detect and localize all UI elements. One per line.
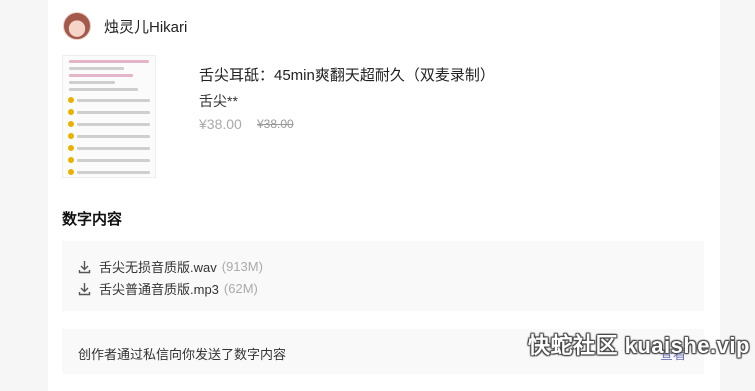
watermark: 快蛇社区 kuaishe.vip bbox=[528, 333, 750, 358]
product-original-price: ¥38.00 bbox=[257, 117, 294, 131]
creator-name[interactable]: 烛灵儿Hikari bbox=[104, 16, 187, 37]
file-list: 舌尖无损音质版.wav (913M) 舌尖普通音质版.mp3 (62M) bbox=[62, 241, 704, 311]
file-size: (913M) bbox=[221, 259, 263, 274]
file-item[interactable]: 舌尖无损音质版.wav (913M) bbox=[78, 257, 263, 276]
download-icon[interactable] bbox=[78, 282, 91, 296]
creator-header[interactable]: 烛灵儿Hikari bbox=[63, 12, 187, 40]
download-icon[interactable] bbox=[78, 260, 91, 274]
product-subtitle: 舌尖** bbox=[199, 93, 238, 109]
product-price: ¥38.00 bbox=[199, 116, 242, 132]
file-item[interactable]: 舌尖普通音质版.mp3 (62M) bbox=[78, 279, 258, 298]
product-title[interactable]: 舌尖耳舐：45min爽翻天超耐久（双麦录制） bbox=[199, 64, 495, 85]
file-name[interactable]: 舌尖无损音质版.wav bbox=[99, 257, 217, 276]
file-size: (62M) bbox=[223, 281, 258, 296]
avatar[interactable] bbox=[63, 12, 91, 40]
file-name[interactable]: 舌尖普通音质版.mp3 bbox=[99, 279, 219, 298]
product-thumbnail[interactable] bbox=[62, 55, 156, 178]
digital-content-title: 数字内容 bbox=[62, 211, 123, 228]
notice-text: 创作者通过私信向你发送了数字内容 bbox=[78, 347, 287, 362]
